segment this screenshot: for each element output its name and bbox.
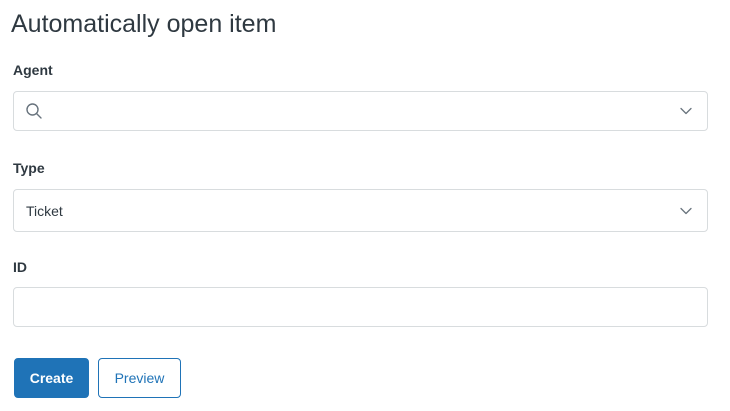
id-input[interactable] — [14, 288, 707, 326]
agent-search-input[interactable] — [52, 92, 667, 130]
id-label: ID — [13, 259, 27, 275]
id-field[interactable] — [13, 287, 708, 327]
create-button[interactable]: Create — [14, 358, 89, 398]
agent-label: Agent — [13, 62, 53, 78]
search-icon — [26, 103, 42, 119]
type-select[interactable]: Ticket — [13, 189, 708, 232]
chevron-down-icon[interactable] — [679, 204, 693, 218]
chevron-down-icon[interactable] — [679, 104, 693, 118]
preview-button[interactable]: Preview — [98, 358, 181, 398]
type-selected-value: Ticket — [26, 202, 63, 219]
type-label: Type — [13, 160, 45, 176]
page-title: Automatically open item — [11, 10, 277, 38]
agent-combobox[interactable] — [13, 91, 708, 131]
